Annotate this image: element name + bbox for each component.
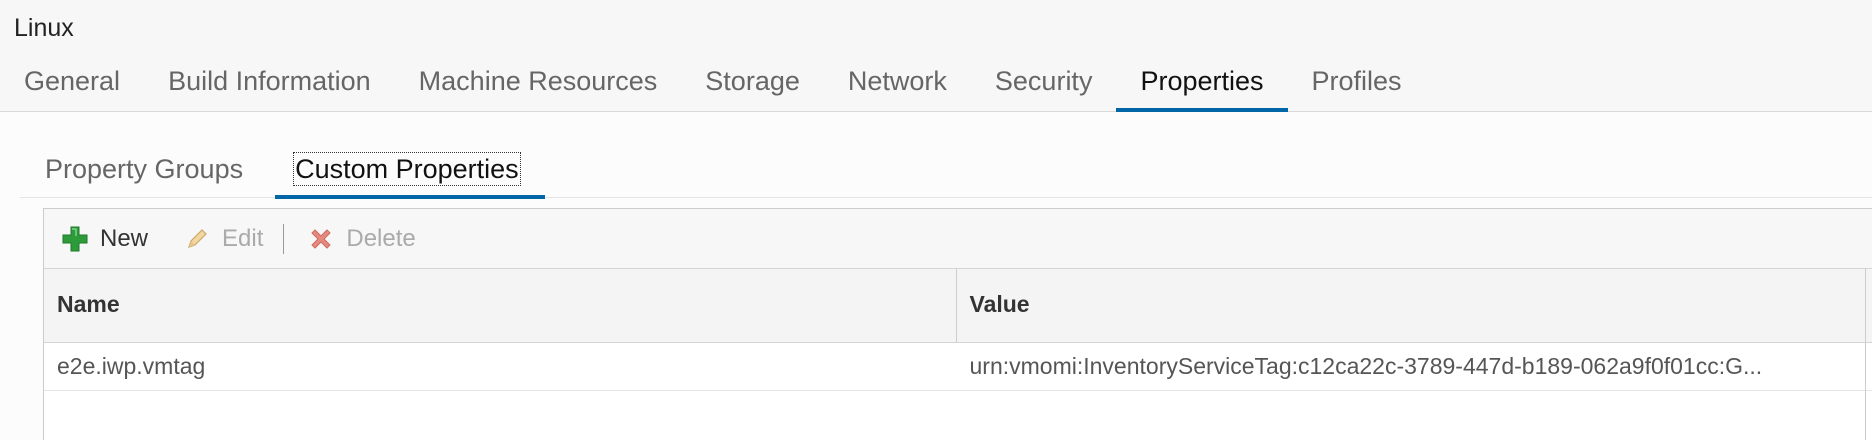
plus-icon bbox=[60, 224, 90, 254]
custom-properties-grid-panel: New Edit Delete Name Value e2e.iwp.vmtag… bbox=[43, 208, 1872, 440]
new-button-label: New bbox=[100, 224, 149, 252]
tab-build-information[interactable]: Build Information bbox=[144, 62, 395, 112]
subtab-custom-properties[interactable]: Custom Properties bbox=[269, 142, 545, 199]
x-icon bbox=[306, 224, 336, 254]
window-title: Linux bbox=[14, 14, 74, 42]
grid-right-border bbox=[1865, 268, 1866, 440]
tab-machine-resources[interactable]: Machine Resources bbox=[395, 62, 682, 112]
column-header-name[interactable]: Name bbox=[44, 269, 957, 342]
delete-button-label: Delete bbox=[346, 224, 416, 252]
cell-property-name: e2e.iwp.vmtag bbox=[57, 353, 206, 379]
column-header-value[interactable]: Value bbox=[957, 269, 1872, 342]
cell-property-value: urn:vmomi:InventoryServiceTag:c12ca22c-3… bbox=[969, 353, 1763, 379]
table-row[interactable]: e2e.iwp.vmtag urn:vmomi:InventoryService… bbox=[44, 343, 1872, 391]
subtab-property-groups[interactable]: Property Groups bbox=[20, 142, 269, 197]
edit-button-label: Edit bbox=[222, 224, 264, 252]
subtab-custom-properties-label: Custom Properties bbox=[293, 152, 521, 186]
grid-toolbar: New Edit Delete bbox=[44, 209, 1872, 269]
tab-storage[interactable]: Storage bbox=[681, 62, 824, 112]
vm-properties-window: Linux General Build Information Machine … bbox=[0, 0, 1872, 440]
header-area: Linux General Build Information Machine … bbox=[0, 0, 1872, 113]
sub-tab-bar: Property Groups Custom Properties bbox=[20, 142, 1872, 199]
main-tab-bar: General Build Information Machine Resour… bbox=[0, 62, 1426, 113]
toolbar-separator bbox=[283, 223, 285, 254]
pencil-icon bbox=[182, 224, 212, 254]
tab-properties[interactable]: Properties bbox=[1116, 62, 1288, 113]
new-button[interactable]: New bbox=[60, 224, 148, 254]
tab-security[interactable]: Security bbox=[971, 62, 1117, 112]
edit-button[interactable]: Edit bbox=[182, 224, 263, 254]
tab-network[interactable]: Network bbox=[824, 62, 971, 112]
tab-profiles[interactable]: Profiles bbox=[1288, 62, 1426, 112]
subtab-property-groups-label: Property Groups bbox=[45, 154, 244, 184]
grid-header: Name Value bbox=[44, 269, 1872, 343]
tab-general[interactable]: General bbox=[0, 62, 144, 112]
delete-button[interactable]: Delete bbox=[306, 224, 416, 254]
